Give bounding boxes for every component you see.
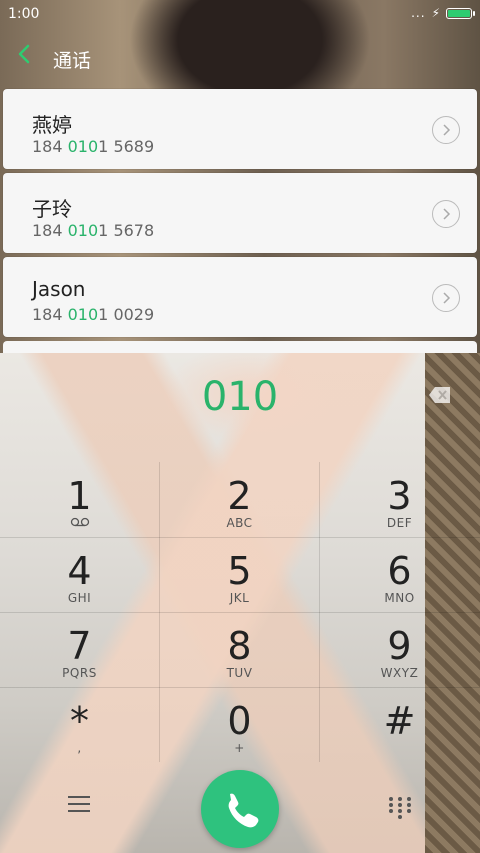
key-8[interactable]: 8 TUV [160,612,319,687]
key-letters: WXYZ [380,666,419,680]
call-button[interactable] [201,770,279,848]
number-prefix: 184 [32,137,68,156]
key-letters: JKL [229,591,250,605]
key-3[interactable]: 3 DEF [320,462,479,537]
key-1[interactable]: 1 [0,462,159,537]
contact-number: 184 0101 5678 [32,221,154,240]
status-bar: 1:00 ... ⚡ [0,0,480,28]
key-digit: 6 [387,549,412,593]
number-suffix: 1 5678 [98,221,155,240]
dialpad-icon[interactable] [389,797,411,821]
menu-icon[interactable] [68,796,90,814]
key-digit: 5 [227,549,252,593]
key-5[interactable]: 5 JKL [160,537,319,612]
key-digit: 7 [67,624,92,668]
key-4[interactable]: 4 GHI [0,537,159,612]
contact-number: 184 0101 5689 [32,137,154,156]
key-letters: TUV [226,666,253,680]
dial-input: 010 [201,374,279,420]
key-hash[interactable]: # [320,687,479,762]
number-match: 010 [67,221,99,240]
contact-name: Jason [32,277,86,301]
chevron-right-icon[interactable] [432,200,460,228]
number-prefix: 184 [32,221,68,240]
number-match: 010 [67,137,99,156]
key-star[interactable]: * , [0,687,159,762]
voicemail-icon [0,516,159,530]
battery-icon [446,7,475,19]
key-2[interactable]: 2 ABC [160,462,319,537]
key-letters: PQRS [62,666,97,680]
key-6[interactable]: 6 MNO [320,537,479,612]
contact-name: 子玲 [32,197,72,221]
key-digit: 1 [67,474,92,518]
chevron-right-icon[interactable] [432,116,460,144]
dialpad: 1 2 ABC 3 DEF 4 GHI 5 JKL 6 MNO 7 PQRS 8… [0,462,480,762]
notification-dots: ... [411,6,426,20]
contact-item[interactable]: 燕婷 184 0101 5689 [3,89,477,169]
number-match: 010 [67,305,99,324]
contact-number: 184 0101 0029 [32,305,154,324]
key-letters: GHI [67,591,92,605]
key-digit: 3 [387,474,412,518]
menu-line [68,810,90,812]
contact-item-partial[interactable] [3,341,477,353]
number-suffix: 1 0029 [98,305,155,324]
key-9[interactable]: 9 WXYZ [320,612,479,687]
chevron-left-icon[interactable] [18,44,30,70]
key-0[interactable]: 0 + [160,687,319,762]
charging-icon: ⚡ [431,6,440,20]
key-letters: MNO [384,591,415,605]
title-bar: 通话 [0,40,480,76]
key-digit: 8 [227,624,252,668]
menu-line [68,796,90,798]
key-letters: DEF [386,516,413,530]
page-title: 通话 [53,50,92,72]
key-7[interactable]: 7 PQRS [0,612,159,687]
chevron-right-icon[interactable] [432,284,460,312]
menu-line [68,803,90,805]
key-letters: ABC [226,516,253,530]
key-digit: 4 [67,549,92,593]
backspace-icon[interactable] [428,385,452,405]
contact-name: 燕婷 [32,113,72,137]
key-letters: , [77,741,82,755]
contact-item[interactable]: 子玲 184 0101 5678 [3,173,477,253]
battery-level [448,9,470,17]
key-digit: 0 [227,699,252,743]
status-icons: ... ⚡ [411,6,475,20]
status-time: 1:00 [8,6,40,22]
number-prefix: 184 [32,305,68,324]
key-digit: # [383,699,416,743]
number-suffix: 1 5689 [98,137,155,156]
contact-item[interactable]: Jason 184 0101 0029 [3,257,477,337]
key-digit: 9 [387,624,412,668]
bottom-bar [0,770,480,850]
key-letters: + [234,741,245,755]
key-digit: 2 [227,474,252,518]
key-digit: * [70,699,89,743]
phone-icon [228,793,259,828]
